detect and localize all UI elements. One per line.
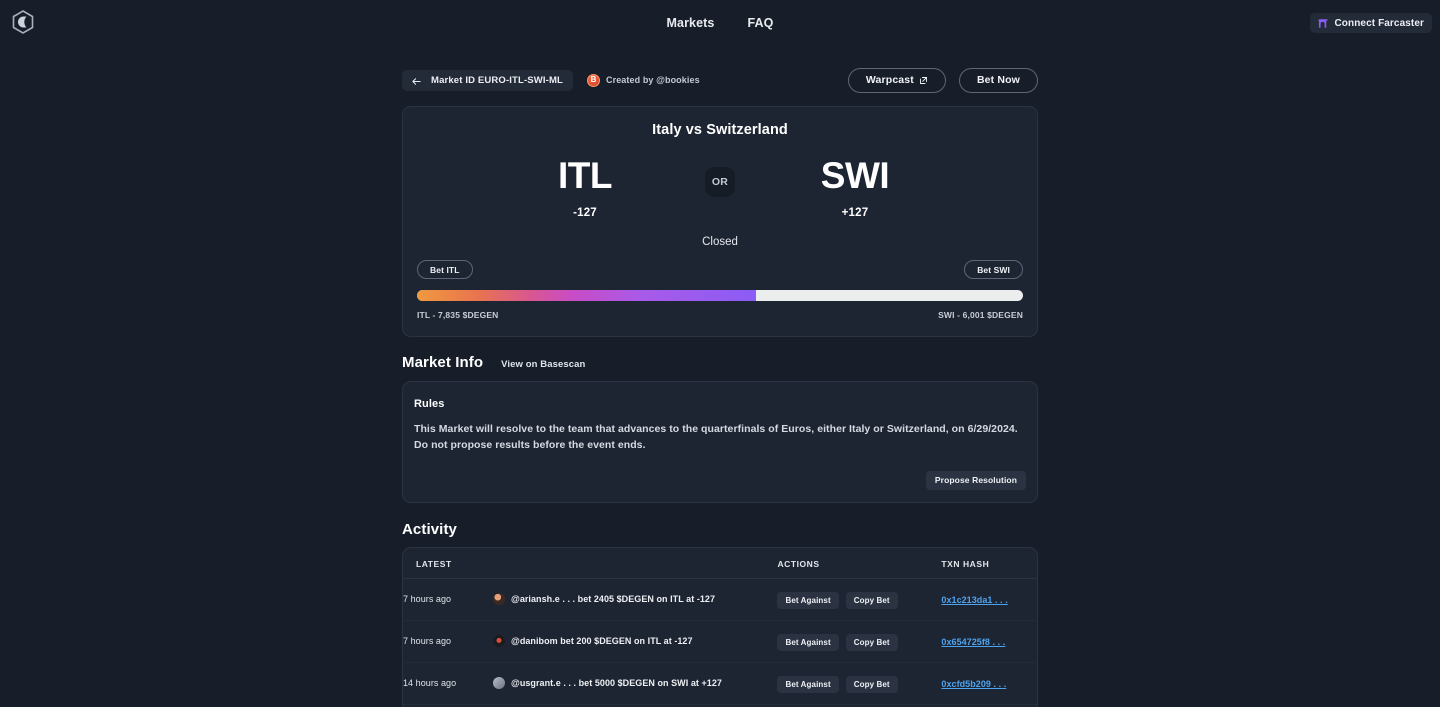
cell-txn-hash: 0xcfd5b209 . . . xyxy=(941,662,1037,705)
pool-progress-fill xyxy=(417,290,757,301)
table-row: 14 hours ago @usgrant.e . . . bet 5000 $D… xyxy=(403,662,1037,705)
cell-latest: 7 hours ago @danibom bet 200 $DEGEN on IT… xyxy=(403,620,778,663)
table-row: 7 hours ago @danibom bet 200 $DEGEN on IT… xyxy=(403,620,1037,663)
team-home-odds: -127 xyxy=(573,207,597,219)
latest-inner: 7 hours ago @danibom bet 200 $DEGEN on IT… xyxy=(403,635,777,648)
market-id-label: Market ID EURO-ITL-SWI-ML xyxy=(431,74,563,86)
creator-label: Created by @bookies xyxy=(606,75,700,85)
team-home-code: ITL xyxy=(558,155,612,196)
nav-link-faq[interactable]: FAQ xyxy=(747,16,773,30)
bet-swi-button[interactable]: Bet SWI xyxy=(964,260,1023,279)
activity-description: @ariansh.e . . . bet 2405 $DEGEN on ITL … xyxy=(511,594,716,605)
activity-table-head: LATEST ACTIONS TXN HASH xyxy=(403,547,1037,579)
arrow-left-svg xyxy=(412,77,421,85)
column-header-txn-hash: TXN HASH xyxy=(941,547,1037,579)
creator-avatar: B xyxy=(587,73,600,87)
cell-actions: Bet Against Copy Bet xyxy=(777,662,942,705)
nav-link-markets[interactable]: Markets xyxy=(667,16,715,30)
cell-actions: Bet Against Copy Bet xyxy=(777,620,942,663)
cell-latest: 7 hours ago @ariansh.e . . . bet 2405 $DE… xyxy=(403,578,778,621)
table-row: 7 hours ago @ariansh.e . . . bet 2405 $DE… xyxy=(403,578,1037,621)
pool-totals: ITL - 7,835 $DEGEN SWI - 6,001 $DEGEN xyxy=(417,310,1023,320)
external-link-icon xyxy=(919,76,928,85)
farcaster-icon xyxy=(1318,18,1329,29)
propose-resolution-button[interactable]: Propose Resolution xyxy=(925,470,1026,490)
avatar xyxy=(493,677,505,690)
connect-farcaster-label: Connect Farcaster xyxy=(1334,17,1424,29)
propose-row: Propose Resolution xyxy=(414,470,1026,490)
activity-description: @danibom bet 200 $DEGEN on ITL at -127 xyxy=(511,636,693,647)
activity-table: LATEST ACTIONS TXN HASH 7 hours ago @aria… xyxy=(403,547,1037,707)
or-divider-badge: OR xyxy=(705,167,735,197)
txn-hash-link[interactable]: 0xcfd5b209 . . . xyxy=(941,679,1006,689)
market-status: Closed xyxy=(702,236,738,248)
pool-total-away: SWI - 6,001 $DEGEN xyxy=(938,310,1023,320)
activity-header-row: LATEST ACTIONS TXN HASH xyxy=(403,547,1037,579)
activity-table-body: 7 hours ago @ariansh.e . . . bet 2405 $DE… xyxy=(403,578,1037,707)
match-title: Italy vs Switzerland xyxy=(652,122,788,138)
latest-inner: 14 hours ago @usgrant.e . . . bet 5000 $D… xyxy=(403,677,777,690)
warpcast-label: Warpcast xyxy=(865,74,914,86)
warpcast-button[interactable]: Warpcast xyxy=(847,67,946,93)
team-away-odds: +127 xyxy=(841,207,869,219)
txn-hash-link[interactable]: 0x654725f8 . . . xyxy=(941,637,1005,647)
market-info-header: Market Info View on Basescan xyxy=(402,354,1038,371)
activity-time: 7 hours ago xyxy=(403,594,452,605)
activity-header: Activity xyxy=(402,521,1038,538)
column-header-latest: LATEST xyxy=(403,547,778,579)
activity-description: @usgrant.e . . . bet 5000 $DEGEN on SWI … xyxy=(511,678,722,689)
latest-inner: 7 hours ago @ariansh.e . . . bet 2405 $DE… xyxy=(403,593,777,606)
connect-farcaster-button[interactable]: Connect Farcaster xyxy=(1310,13,1432,33)
logo-svg xyxy=(12,10,34,34)
market-creator[interactable]: B Created by @bookies xyxy=(587,73,700,87)
nav-links: Markets FAQ xyxy=(667,16,774,30)
txn-hash-link[interactable]: 0x1c213da1 . . . xyxy=(941,595,1007,605)
market-info-card: Rules This Market will resolve to the te… xyxy=(402,381,1038,503)
cell-actions: Bet Against Copy Bet xyxy=(777,578,942,621)
column-header-actions: ACTIONS xyxy=(777,547,942,579)
external-link-svg xyxy=(919,76,927,84)
page-content: Market ID EURO-ITL-SWI-ML B Created by @… xyxy=(402,45,1038,707)
activity-title: Activity xyxy=(402,520,457,538)
cell-txn-hash: 0x654725f8 . . . xyxy=(941,620,1037,663)
action-bar-buttons: Warpcast Bet Now xyxy=(847,67,1038,93)
team-away[interactable]: SWI +127 xyxy=(785,157,925,219)
top-navigation-bar: Markets FAQ Connect Farcaster xyxy=(0,0,1440,45)
cell-latest: 14 hours ago @usgrant.e . . . bet 5000 $D… xyxy=(403,662,778,705)
activity-time: 14 hours ago xyxy=(403,678,457,689)
bet-against-button[interactable]: Bet Against xyxy=(777,591,839,609)
cell-txn-hash: 0x1c213da1 . . . xyxy=(941,578,1037,621)
rules-body: This Market will resolve to the team tha… xyxy=(414,423,1018,452)
bet-now-button[interactable]: Bet Now xyxy=(958,67,1038,93)
match-card: Italy vs Switzerland ITL -127 OR SWI +12… xyxy=(402,106,1038,337)
market-info-title: Market Info xyxy=(402,354,484,371)
back-to-market-id-button[interactable]: Market ID EURO-ITL-SWI-ML xyxy=(402,69,573,91)
copy-bet-button[interactable]: Copy Bet xyxy=(845,633,898,651)
pool-progress-bar xyxy=(417,290,1023,301)
activity-card: LATEST ACTIONS TXN HASH 7 hours ago @aria… xyxy=(402,546,1038,707)
market-action-bar: Market ID EURO-ITL-SWI-ML B Created by @… xyxy=(402,67,1038,93)
team-away-code: SWI xyxy=(820,155,890,196)
pool-total-home: ITL - 7,835 $DEGEN xyxy=(417,310,499,320)
hexagon-logo-icon[interactable] xyxy=(11,9,35,35)
rules-title: Rules xyxy=(414,398,445,410)
teams-row: ITL -127 OR SWI +127 xyxy=(417,157,1023,219)
copy-bet-button[interactable]: Copy Bet xyxy=(845,675,898,693)
copy-bet-button[interactable]: Copy Bet xyxy=(845,591,898,609)
activity-time: 7 hours ago xyxy=(403,636,452,647)
bet-against-button[interactable]: Bet Against xyxy=(777,633,839,651)
view-on-basescan-link[interactable]: View on Basescan xyxy=(501,359,585,370)
avatar xyxy=(493,635,505,648)
farcaster-svg xyxy=(1318,18,1329,28)
bet-buttons-row: Bet ITL Bet SWI xyxy=(417,260,1023,279)
avatar xyxy=(493,593,505,606)
arrow-left-icon xyxy=(411,75,422,86)
team-home[interactable]: ITL -127 xyxy=(515,157,655,219)
bet-against-button[interactable]: Bet Against xyxy=(777,675,839,693)
bet-itl-button[interactable]: Bet ITL xyxy=(417,260,473,279)
